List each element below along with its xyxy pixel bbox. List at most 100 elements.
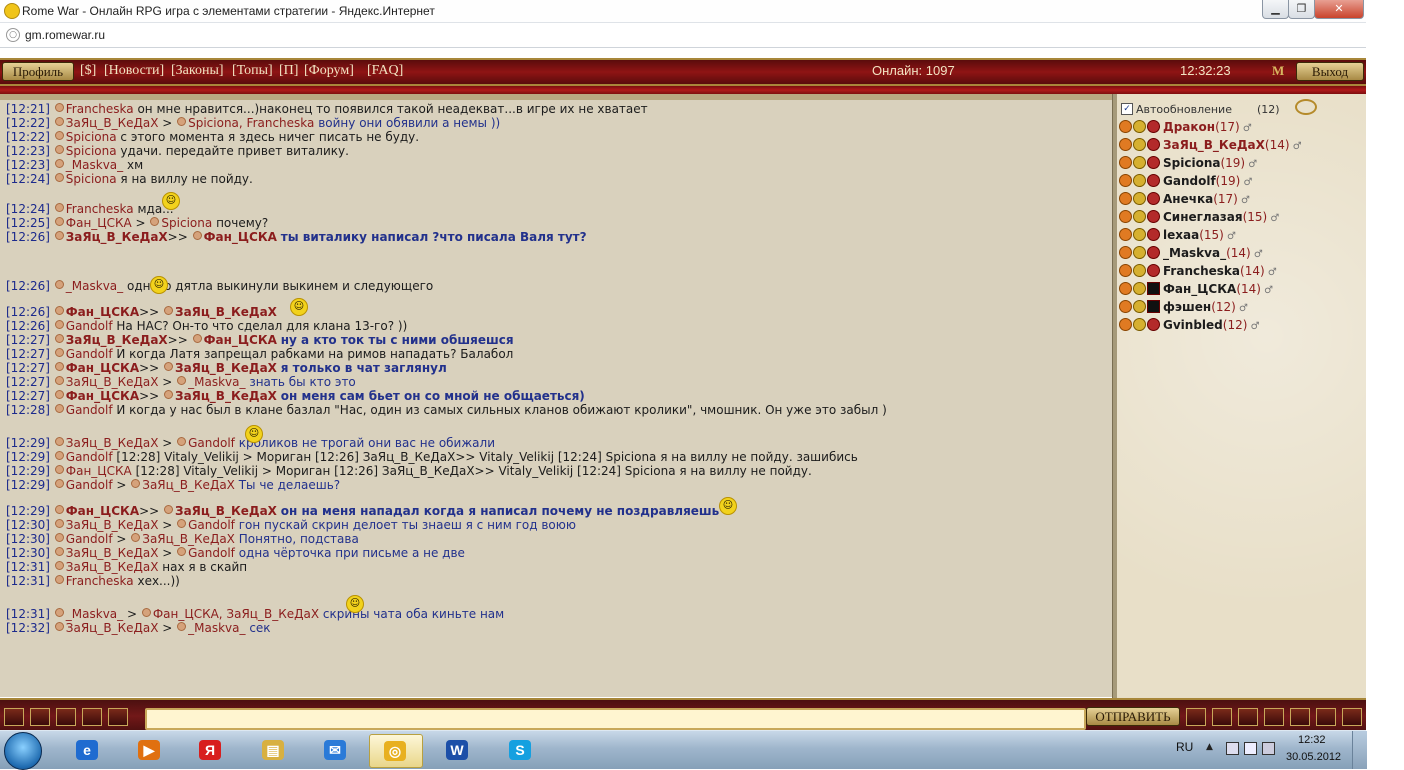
- message-recipient[interactable]: Spiciona: [161, 216, 212, 230]
- message-sender[interactable]: ЗаЯц_В_КеДаХ: [66, 333, 168, 347]
- user-nick[interactable]: Spiciona: [1163, 156, 1220, 170]
- close-button[interactable]: ✕: [1314, 0, 1364, 19]
- show-desktop-button[interactable]: [1352, 731, 1367, 769]
- info-icon[interactable]: [1133, 264, 1146, 277]
- message-sender[interactable]: Фан_ЦСКА: [66, 389, 139, 403]
- message-sender[interactable]: Gandolf: [66, 478, 113, 492]
- tray-language[interactable]: RU: [1176, 740, 1193, 754]
- message-sender[interactable]: ЗаЯц_В_КеДаХ: [66, 560, 159, 574]
- user-name[interactable]: Дракон(17) ♂: [1163, 119, 1252, 137]
- private-message-arrow-icon[interactable]: [1119, 156, 1132, 169]
- message-recipient[interactable]: ЗаЯц_В_КеДаХ: [175, 361, 277, 375]
- message-sender[interactable]: Фан_ЦСКА: [66, 361, 139, 375]
- info-icon[interactable]: [1133, 300, 1146, 313]
- taskbar-app[interactable]: ▶: [124, 734, 176, 766]
- taskbar-app[interactable]: e: [62, 734, 114, 766]
- user-name[interactable]: _Maskva_(14) ♂: [1163, 245, 1263, 263]
- message-sender[interactable]: Gandolf: [66, 347, 113, 361]
- user-nick[interactable]: ЗаЯц_В_КеДаХ: [1163, 138, 1265, 152]
- mail-icon[interactable]: [1342, 708, 1362, 726]
- menu-item-faq[interactable]: [FAQ]: [367, 63, 403, 79]
- message-sender[interactable]: _Maskva_: [66, 158, 123, 172]
- user-nick[interactable]: Gvinbled: [1163, 318, 1223, 332]
- user-name[interactable]: Gvinbled(12) ♂: [1163, 317, 1260, 335]
- user-nick[interactable]: Gandolf: [1163, 174, 1216, 188]
- address-url[interactable]: gm.romewar.ru: [25, 28, 105, 42]
- taskbar-app[interactable]: ◎: [369, 734, 423, 768]
- user-nick[interactable]: _Maskva_: [1163, 246, 1226, 260]
- message-sender[interactable]: Фан_ЦСКА: [66, 216, 132, 230]
- user-name[interactable]: Анечка(17) ♂: [1163, 191, 1250, 209]
- info-icon[interactable]: [1133, 138, 1146, 151]
- message-recipient[interactable]: ЗаЯц_В_КеДаХ: [175, 305, 277, 319]
- info-icon[interactable]: [1133, 210, 1146, 223]
- menu-item-tops[interactable]: [Топы]: [232, 63, 273, 79]
- message-recipient[interactable]: Gandolf: [188, 546, 235, 560]
- private-message-arrow-icon[interactable]: [1119, 174, 1132, 187]
- chat-log[interactable]: [12:21] Francheska он мне нравится...)на…: [0, 100, 1112, 697]
- menu-item-news[interactable]: [Новости]: [104, 63, 164, 79]
- info-icon[interactable]: [1133, 282, 1146, 295]
- tools-icon[interactable]: [4, 708, 24, 726]
- taskbar-app[interactable]: W: [432, 734, 484, 766]
- menu-item-forum[interactable]: [Форум]: [304, 63, 354, 79]
- info-icon[interactable]: [1133, 192, 1146, 205]
- info-icon[interactable]: [1133, 174, 1146, 187]
- message-recipient[interactable]: Фан_ЦСКА: [204, 230, 277, 244]
- private-message-arrow-icon[interactable]: [1119, 300, 1132, 313]
- message-sender[interactable]: Francheska: [66, 574, 134, 588]
- message-sender[interactable]: _Maskva_: [66, 607, 123, 621]
- private-message-arrow-icon[interactable]: [1119, 210, 1132, 223]
- user-name[interactable]: lexaa(15) ♂: [1163, 227, 1236, 245]
- user-name[interactable]: Синеглазая(15) ♂: [1163, 209, 1279, 227]
- user-name[interactable]: Фан_ЦСКА(14) ♂: [1163, 281, 1273, 299]
- taskbar-app[interactable]: Я: [185, 734, 237, 766]
- message-recipient[interactable]: Фан_ЦСКА, ЗаЯц_В_КеДаХ: [153, 607, 319, 621]
- tray-arrow-icon[interactable]: ▲: [1206, 742, 1217, 753]
- message-recipient[interactable]: Фан_ЦСКА: [204, 333, 277, 347]
- private-message-arrow-icon[interactable]: [1119, 120, 1132, 133]
- user-nick[interactable]: Дракон: [1163, 120, 1215, 134]
- menu-item-money[interactable]: [$]: [80, 63, 96, 79]
- message-recipient[interactable]: ЗаЯц_В_КеДаХ: [175, 504, 277, 518]
- message-sender[interactable]: ЗаЯц_В_КеДаХ: [66, 230, 168, 244]
- message-sender[interactable]: Gandolf: [66, 403, 113, 417]
- info-icon[interactable]: [1133, 120, 1146, 133]
- message-sender[interactable]: Фан_ЦСКА: [66, 305, 139, 319]
- message-sender[interactable]: Spiciona: [66, 130, 117, 144]
- user-nick[interactable]: lexaa: [1163, 228, 1199, 242]
- info-icon[interactable]: [1133, 246, 1146, 259]
- chat-message-input[interactable]: [145, 708, 1086, 730]
- tray-flag-icon[interactable]: [1244, 742, 1257, 755]
- profile-button[interactable]: Профиль: [2, 62, 74, 81]
- translit-icon[interactable]: [1238, 708, 1258, 726]
- private-message-arrow-icon[interactable]: [1119, 138, 1132, 151]
- message-sender[interactable]: Spiciona: [66, 144, 117, 158]
- private-message-arrow-icon[interactable]: [1119, 192, 1132, 205]
- private-message-arrow-icon[interactable]: [1119, 228, 1132, 241]
- message-recipient[interactable]: Gandolf: [188, 518, 235, 532]
- smiley-picker-icon[interactable]: [1212, 708, 1232, 726]
- send-button[interactable]: ОТПРАВИТЬ: [1086, 707, 1180, 726]
- scales-icon[interactable]: [30, 708, 50, 726]
- message-sender[interactable]: ЗаЯц_В_КеДаХ: [66, 621, 159, 635]
- maximize-button[interactable]: ❐: [1288, 0, 1315, 19]
- user-name[interactable]: ЗаЯц_В_КеДаХ(14) ♂: [1163, 137, 1302, 155]
- helmet-icon[interactable]: [108, 708, 128, 726]
- address-bar[interactable]: ○ gm.romewar.ru: [0, 23, 1366, 48]
- message-sender[interactable]: Spiciona: [66, 172, 117, 186]
- autoupdate-checkbox[interactable]: ✓: [1121, 103, 1133, 115]
- message-sender[interactable]: _Maskva_: [66, 279, 123, 293]
- menu-item-laws[interactable]: [Законы]: [171, 63, 224, 79]
- message-sender[interactable]: ЗаЯц_В_КеДаХ: [66, 436, 159, 450]
- user-nick[interactable]: Синеглазая: [1163, 210, 1243, 224]
- shield-icon[interactable]: [1316, 708, 1336, 726]
- tray-date[interactable]: 30.05.2012: [1286, 751, 1341, 763]
- message-sender[interactable]: ЗаЯц_В_КеДаХ: [66, 116, 159, 130]
- info-icon[interactable]: [1133, 318, 1146, 331]
- message-sender[interactable]: Фан_ЦСКА: [66, 464, 132, 478]
- message-sender[interactable]: Francheska: [66, 102, 134, 116]
- message-sender[interactable]: ЗаЯц_В_КеДаХ: [66, 546, 159, 560]
- message-sender[interactable]: Gandolf: [66, 450, 113, 464]
- message-sender[interactable]: Gandolf: [66, 532, 113, 546]
